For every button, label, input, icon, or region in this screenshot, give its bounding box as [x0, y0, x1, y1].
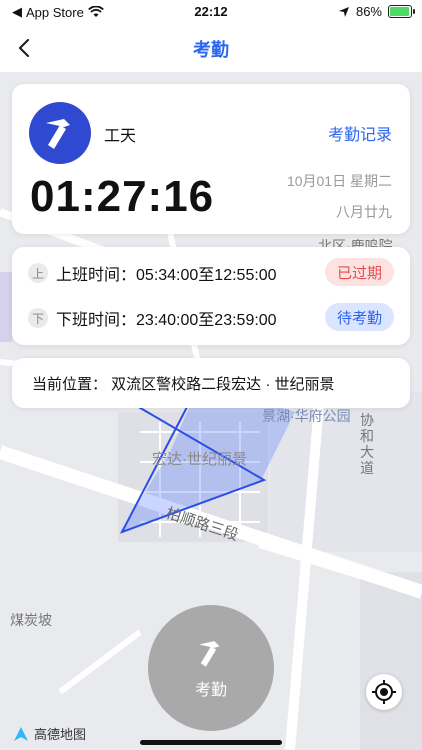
amap-logo-icon	[14, 726, 28, 741]
shift-time: 05:34:00至12:55:00	[136, 267, 277, 284]
hammer-icon	[199, 641, 220, 667]
shift-row-start: 上 上班时间： 05:34:00至12:55:00 已过期	[28, 257, 394, 289]
shift-tag: 下	[28, 308, 48, 328]
status-right: 86%	[338, 4, 415, 19]
avatar	[29, 102, 91, 164]
attendance-header-card: 工天 考勤记录 01:27:16 10月01日 星期二 八月廿九	[12, 84, 410, 234]
map-label: 宏达·世纪丽景	[152, 451, 247, 468]
shift-label: 上班时间：	[56, 267, 137, 284]
battery-icon	[388, 5, 415, 18]
current-clock: 01:27:16	[30, 172, 215, 221]
map-provider-name: 高德地图	[34, 727, 87, 742]
check-in-label: 考勤	[194, 682, 227, 699]
battery-percent: 86%	[355, 4, 382, 19]
hammer-icon	[46, 119, 70, 149]
locate-me-button[interactable]	[366, 674, 402, 710]
home-indicator	[140, 740, 282, 745]
shift-tag: 上	[28, 263, 48, 283]
location-arrow-icon	[338, 6, 349, 17]
status-bar: ◀ App Store 22:12 86%	[0, 0, 422, 24]
map-label: 景湖·华府公园	[262, 408, 351, 424]
check-in-button[interactable]: 考勤	[148, 605, 274, 731]
shift-row-end: 下 下班时间： 23:40:00至23:59:00 待考勤	[28, 302, 394, 334]
current-date: 10月01日 星期二	[286, 173, 392, 189]
status-badge-expired: 已过期	[324, 258, 394, 286]
map-label: 协和大道	[360, 412, 374, 476]
user-name: 工天	[104, 128, 137, 145]
shift-schedule-card: 上 上班时间： 05:34:00至12:55:00 已过期 下 下班时间： 23…	[12, 247, 410, 345]
shift-label: 下班时间：	[56, 312, 137, 329]
current-location-text: 当前位置： 双流区警校路二段宏达 · 世纪丽景	[32, 376, 335, 393]
navigation-bar: 考勤	[0, 24, 422, 72]
lunar-date: 八月廿九	[336, 204, 392, 220]
map-provider-logo: 高德地图	[12, 724, 86, 743]
attendance-record-link[interactable]: 考勤记录	[328, 121, 392, 145]
status-badge-pending: 待考勤	[324, 303, 394, 331]
current-location-card: 当前位置： 双流区警校路二段宏达 · 世纪丽景	[12, 358, 410, 408]
page-title: 考勤	[193, 40, 229, 60]
map-label: 煤炭坡	[10, 612, 52, 628]
shift-time: 23:40:00至23:59:00	[136, 312, 277, 329]
crosshair-icon	[372, 680, 396, 704]
